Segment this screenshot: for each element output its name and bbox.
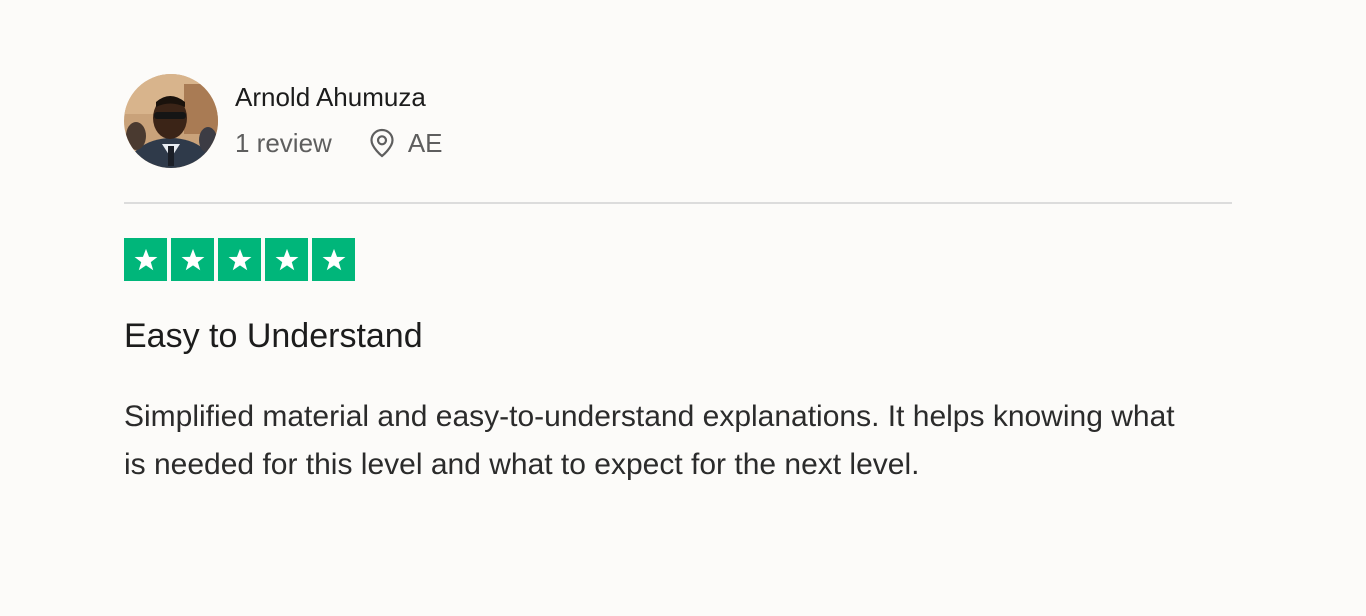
consumer-meta: 1 review AE (235, 128, 443, 158)
consumer-header: Arnold Ahumuza 1 review AE (124, 74, 1232, 168)
star-rating (124, 238, 1232, 281)
star-icon (265, 238, 308, 281)
avatar[interactable] (124, 74, 218, 168)
review-title[interactable]: Easy to Understand (124, 315, 1232, 357)
avatar-photo-icon (124, 74, 218, 168)
divider (124, 202, 1232, 204)
review-body: Simplified material and easy-to-understa… (124, 400, 1175, 481)
star-icon (171, 238, 214, 281)
review-card: Arnold Ahumuza 1 review AE Easy to Under… (124, 74, 1232, 489)
consumer-location: AE (368, 128, 443, 158)
consumer-name[interactable]: Arnold Ahumuza (235, 82, 443, 112)
star-icon (312, 238, 355, 281)
review-count: 1 review (235, 128, 332, 158)
location-pin-icon (368, 128, 396, 158)
location-code: AE (407, 128, 443, 158)
star-icon (218, 238, 261, 281)
star-icon (124, 238, 167, 281)
consumer-info: Arnold Ahumuza 1 review AE (235, 82, 443, 158)
